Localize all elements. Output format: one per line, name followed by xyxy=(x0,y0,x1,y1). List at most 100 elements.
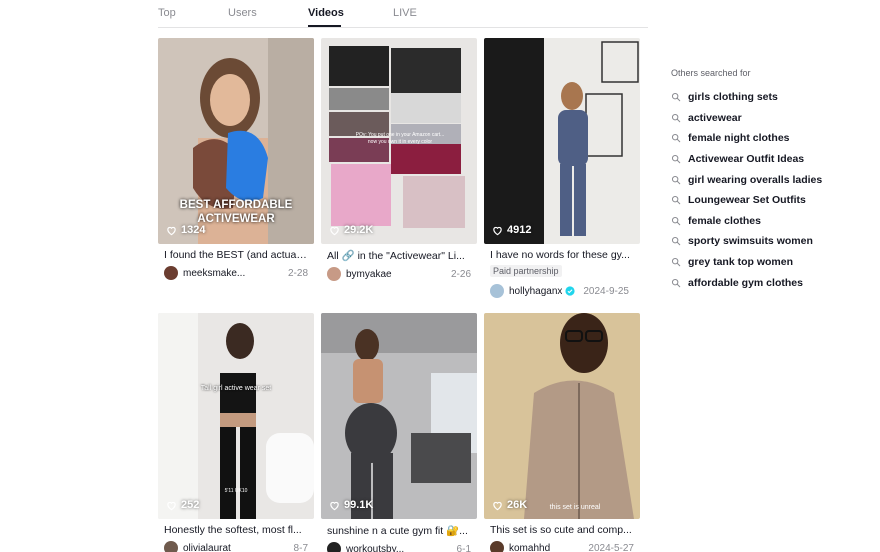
search-icon xyxy=(671,175,681,184)
related-search-label: affordable gym clothes xyxy=(688,276,803,289)
related-search-item[interactable]: activewear xyxy=(671,108,871,129)
related-search-item[interactable]: female night clothes xyxy=(671,128,871,149)
active-tab-indicator xyxy=(308,25,341,27)
related-search-item[interactable]: Activewear Outfit Ideas xyxy=(671,149,871,170)
video-caption-overlay: this set is unreal xyxy=(549,504,601,511)
tab-top[interactable]: Top xyxy=(158,7,176,19)
heart-icon xyxy=(493,226,502,235)
related-searches-title: Others searched for xyxy=(671,68,751,78)
related-search-item[interactable]: grey tank top women xyxy=(671,252,871,273)
verified-icon xyxy=(565,286,575,296)
video-description[interactable]: I have no words for these gy... xyxy=(484,249,634,261)
author-name[interactable]: workoutsby... xyxy=(346,544,457,552)
author-name[interactable]: hollyhaganx xyxy=(509,286,562,297)
video-thumbnail[interactable]: Tall girl active wear set 5'11 UK10 252 xyxy=(158,313,314,519)
search-tabs: Top Users Videos LIVE xyxy=(158,0,648,28)
related-search-label: female clothes xyxy=(688,214,761,227)
avatar[interactable] xyxy=(164,266,178,280)
like-count: 29.2K xyxy=(329,224,373,236)
post-date: 2-28 xyxy=(287,267,308,279)
author-name[interactable]: olivialaurat xyxy=(183,543,294,552)
video-thumbnail[interactable]: 99.1K xyxy=(321,313,477,519)
post-date: 2024-5-27 xyxy=(588,542,634,552)
related-search-label: female night clothes xyxy=(688,132,790,145)
post-date: 2024-9-25 xyxy=(583,285,629,297)
search-icon xyxy=(671,155,681,164)
video-card[interactable]: 4912 I have no words for these gy... Pai… xyxy=(484,38,640,298)
like-count: 26K xyxy=(492,499,527,511)
post-date: 2-26 xyxy=(450,268,471,280)
search-icon xyxy=(671,258,681,267)
search-icon xyxy=(671,134,681,143)
tab-videos[interactable]: Videos xyxy=(308,7,344,19)
video-thumbnail[interactable]: 4912 xyxy=(484,38,640,244)
related-search-label: girl wearing overalls ladies xyxy=(688,173,823,186)
search-icon xyxy=(671,216,681,226)
like-count: 252 xyxy=(166,499,199,511)
search-icon xyxy=(671,113,681,123)
video-description[interactable]: All 🔗 in the "Activewear" Li... xyxy=(321,249,471,262)
heart-icon xyxy=(493,501,502,510)
like-count-value: 4912 xyxy=(507,224,532,236)
search-icon xyxy=(671,93,681,102)
video-card[interactable]: BEST AFFORDABLE ACTIVEWEAR 1324 I found … xyxy=(158,38,314,280)
avatar[interactable] xyxy=(164,541,178,552)
author-name[interactable]: meeksmake... xyxy=(183,268,288,279)
like-count: 4912 xyxy=(492,224,531,236)
avatar[interactable] xyxy=(490,284,504,298)
related-search-item[interactable]: affordable gym clothes xyxy=(671,272,871,293)
related-search-label: sporty swimsuits women xyxy=(688,235,813,248)
author-name[interactable]: bymyakae xyxy=(346,269,451,280)
video-card[interactable]: Tall girl active wear set 5'11 UK10 252 … xyxy=(158,313,314,552)
video-description[interactable]: This set is so cute and comp... xyxy=(484,524,634,536)
video-card[interactable]: this set is unreal 26K This set is so cu… xyxy=(484,313,640,552)
search-icon xyxy=(671,196,681,205)
video-thumbnail-image xyxy=(484,313,640,519)
avatar[interactable] xyxy=(490,541,504,552)
like-count-value: 26K xyxy=(507,499,528,511)
heart-icon xyxy=(330,226,339,235)
search-icon xyxy=(671,278,681,287)
like-count-value: 29.2K xyxy=(344,224,374,236)
like-count-value: 1324 xyxy=(181,224,206,236)
related-search-label: Loungewear Set Outfits xyxy=(688,194,806,207)
heart-icon xyxy=(330,501,339,510)
video-caption-overlay: Tall girl active wear set xyxy=(200,385,272,392)
tab-users[interactable]: Users xyxy=(228,7,257,19)
video-description[interactable]: I found the BEST (and actuall... xyxy=(158,249,308,261)
video-caption-overlay: BEST AFFORDABLE ACTIVEWEAR xyxy=(179,199,293,225)
related-search-item[interactable]: girl wearing overalls ladies xyxy=(671,169,871,190)
video-card[interactable]: 99.1K sunshine n a cute gym fit 🔐... wor… xyxy=(321,313,477,552)
video-caption-overlay: POv: You put one in your Amazon cart... … xyxy=(355,132,445,145)
related-search-item[interactable]: sporty swimsuits women xyxy=(671,231,871,252)
related-search-item[interactable]: girls clothing sets xyxy=(671,87,871,108)
author-name[interactable]: komahhd xyxy=(509,543,588,552)
video-caption-overlay: 5'11 UK10 xyxy=(224,488,248,494)
related-search-label: Activewear Outfit Ideas xyxy=(688,153,805,166)
video-thumbnail[interactable]: BEST AFFORDABLE ACTIVEWEAR 1324 xyxy=(158,38,314,244)
avatar[interactable] xyxy=(327,542,341,552)
video-card[interactable]: POv: You put one in your Amazon cart... … xyxy=(321,38,477,281)
video-description[interactable]: sunshine n a cute gym fit 🔐... xyxy=(321,524,471,537)
like-count: 99.1K xyxy=(329,499,373,511)
related-search-label: activewear xyxy=(688,111,742,124)
tab-live[interactable]: LIVE xyxy=(393,7,417,19)
heart-icon xyxy=(167,501,176,510)
related-search-item[interactable]: Loungewear Set Outfits xyxy=(671,190,871,211)
video-thumbnail-image xyxy=(321,313,477,519)
post-date: 8-7 xyxy=(293,542,308,552)
like-count-value: 252 xyxy=(181,499,200,511)
video-thumbnail[interactable]: this set is unreal 26K xyxy=(484,313,640,519)
like-count: 1324 xyxy=(166,224,205,236)
video-description[interactable]: Honestly the softest, most fl... xyxy=(158,524,308,536)
related-search-label: grey tank top women xyxy=(688,256,794,269)
video-thumbnail[interactable]: POv: You put one in your Amazon cart... … xyxy=(321,38,477,244)
related-search-item[interactable]: female clothes xyxy=(671,211,871,232)
search-icon xyxy=(671,237,681,246)
avatar[interactable] xyxy=(327,267,341,281)
related-searches-panel: Others searched for girls clothing sets a… xyxy=(671,68,871,293)
related-search-label: girls clothing sets xyxy=(688,91,778,104)
paid-partnership-badge: Paid partnership xyxy=(490,265,562,277)
post-date: 6-1 xyxy=(456,543,471,552)
like-count-value: 99.1K xyxy=(344,499,374,511)
